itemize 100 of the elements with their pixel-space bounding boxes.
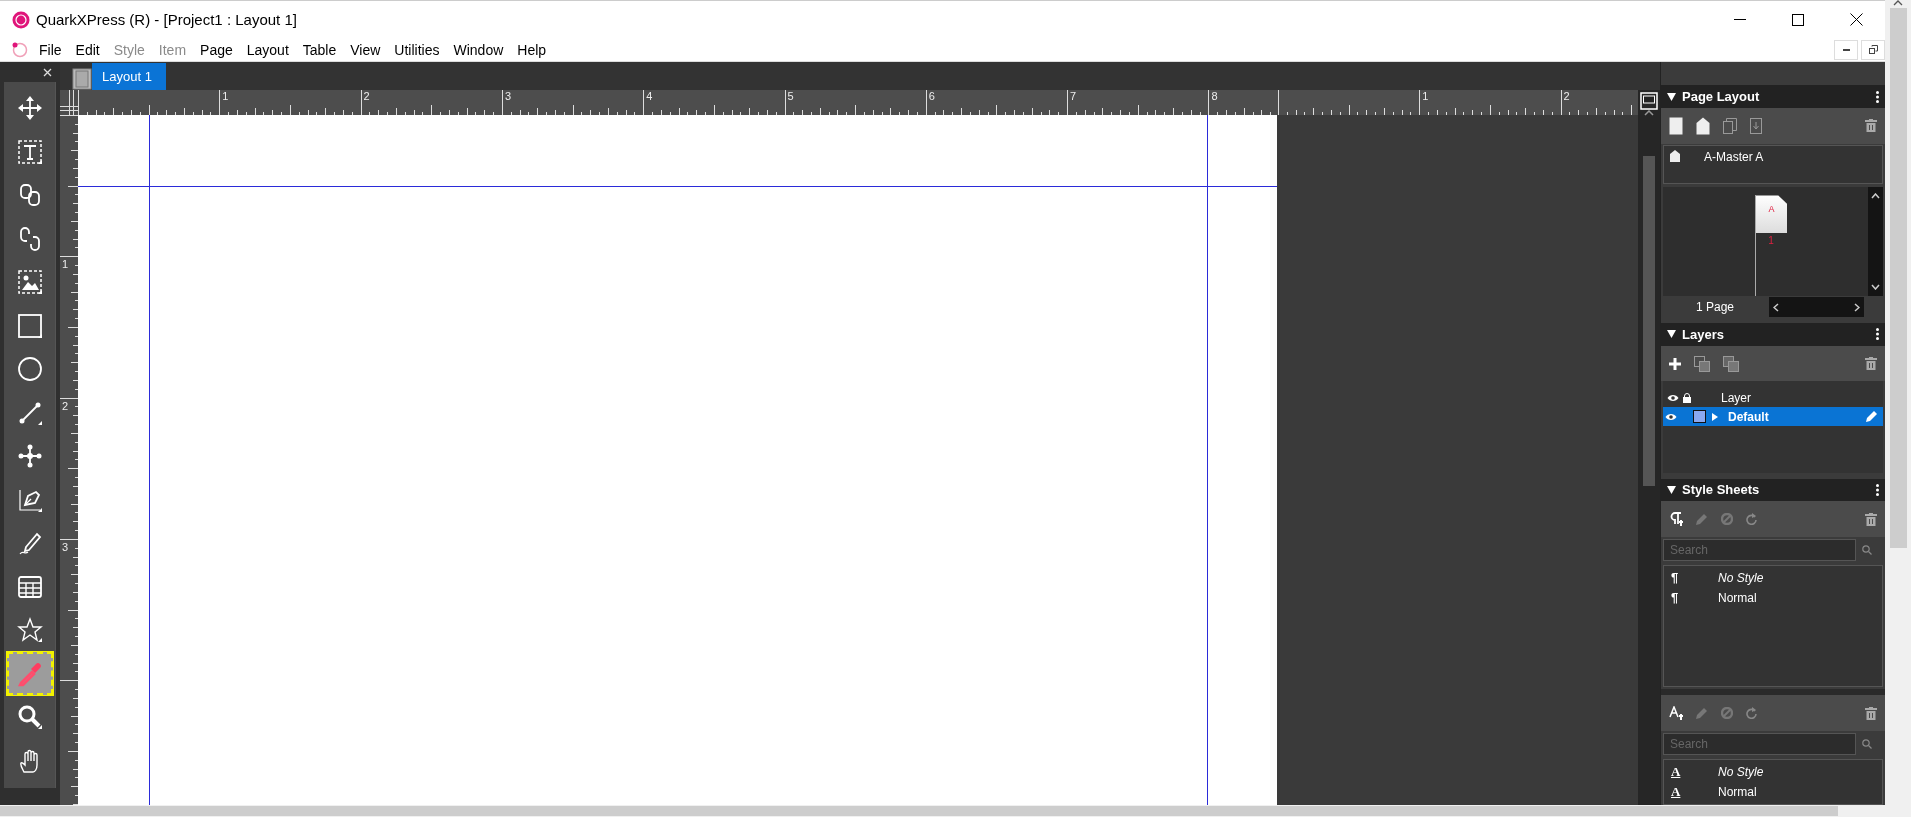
refresh-icon[interactable] bbox=[1746, 707, 1757, 720]
ruler-label: 5 bbox=[787, 90, 794, 103]
minimize-icon bbox=[1842, 48, 1850, 51]
menu-item[interactable]: Help bbox=[510, 41, 554, 58]
ruler-label: 2 bbox=[1563, 90, 1570, 103]
master-page-icon bbox=[1670, 149, 1680, 162]
trash-icon[interactable] bbox=[1865, 119, 1877, 133]
page-number: 1 bbox=[1767, 235, 1775, 247]
app-logo bbox=[12, 10, 30, 29]
menu-item[interactable]: Utilities bbox=[387, 41, 447, 58]
style-sheet-item[interactable]: No Style bbox=[1718, 764, 1764, 779]
ruler-label: 3 bbox=[62, 541, 69, 554]
collapse-icon[interactable] bbox=[1667, 330, 1676, 339]
refresh-icon[interactable] bbox=[1746, 513, 1757, 526]
panel-header[interactable]: Layers bbox=[1661, 323, 1885, 346]
ruler-label: 1 bbox=[62, 258, 69, 271]
search-icon[interactable] bbox=[1862, 738, 1872, 749]
scroll-down-icon[interactable] bbox=[1871, 284, 1880, 291]
rectangle-icon bbox=[16, 312, 43, 339]
menu-item[interactable]: Layout bbox=[239, 41, 296, 58]
move-layer-icon[interactable] bbox=[1694, 355, 1710, 372]
style-marker: A bbox=[1671, 783, 1682, 800]
menu-item[interactable]: File bbox=[32, 41, 69, 58]
layer-name: Default bbox=[1728, 409, 1770, 424]
window-title: QuarkXPress (R) - [Project1 : Layout 1] bbox=[36, 11, 298, 28]
scroll-up-icon[interactable] bbox=[1893, 0, 1903, 6]
maximize-icon bbox=[1792, 13, 1804, 26]
ruler-label: 2 bbox=[62, 399, 69, 412]
master-page-icon[interactable] bbox=[1696, 116, 1710, 135]
scroll-right-icon[interactable] bbox=[1854, 302, 1860, 312]
minimize-button[interactable] bbox=[1834, 39, 1858, 60]
menu-item[interactable]: Edit bbox=[68, 41, 107, 58]
scrollbar-thumb[interactable] bbox=[1643, 156, 1655, 487]
panel-header[interactable]: Style Sheets bbox=[1661, 478, 1885, 502]
lock-icon bbox=[1683, 393, 1691, 404]
layout-tab[interactable]: Layout 1 bbox=[92, 63, 166, 91]
trash-icon[interactable] bbox=[1865, 357, 1877, 371]
picture-icon bbox=[16, 269, 43, 296]
page-count: 1 Page bbox=[1694, 300, 1735, 315]
style-marker: ¶ bbox=[1671, 590, 1680, 606]
search-icon[interactable] bbox=[1862, 544, 1872, 555]
ruler-label: 1 bbox=[222, 90, 229, 103]
scrollbar-thumb[interactable] bbox=[0, 806, 1838, 817]
search-field[interactable]: Search bbox=[1663, 538, 1856, 561]
add-icon[interactable] bbox=[1669, 357, 1681, 370]
style-sheet-item[interactable]: No Style bbox=[1718, 570, 1764, 585]
ruler-label: 1 bbox=[1422, 90, 1429, 103]
merge-layers-icon[interactable] bbox=[1723, 355, 1739, 372]
layer-row[interactable]: Default bbox=[1663, 407, 1883, 427]
trash-icon[interactable] bbox=[1865, 706, 1877, 720]
pencil-icon[interactable] bbox=[1866, 411, 1877, 423]
ruler-label: 6 bbox=[928, 90, 935, 103]
oval-icon bbox=[16, 356, 43, 383]
fit-window-icon[interactable] bbox=[1640, 92, 1658, 111]
bezier-nodes-icon bbox=[16, 443, 43, 470]
duplicate-page-icon[interactable] bbox=[1723, 117, 1737, 134]
menu-item[interactable]: Window bbox=[446, 41, 511, 58]
horizontal-ruler[interactable]: 1 2 3 4 5 6 7 8 1 2 bbox=[78, 90, 1638, 116]
search-icon bbox=[16, 704, 43, 731]
menu-item[interactable]: Table bbox=[295, 41, 344, 58]
panel-menu-icon[interactable] bbox=[1876, 90, 1879, 103]
restore-icon bbox=[1868, 45, 1878, 55]
panel-title: Page Layout bbox=[1682, 89, 1761, 105]
table-icon bbox=[16, 573, 43, 600]
panel-header[interactable]: Page Layout bbox=[1661, 85, 1885, 109]
scroll-up-icon[interactable] bbox=[1644, 110, 1654, 117]
style-sheet-item[interactable]: Normal bbox=[1718, 784, 1757, 799]
eye-icon bbox=[1667, 394, 1679, 403]
new-paragraph-style-icon[interactable] bbox=[1669, 512, 1683, 527]
page-thumbnail[interactable]: A bbox=[1756, 195, 1787, 234]
style-sheet-item[interactable]: Normal bbox=[1718, 590, 1757, 605]
page-icon bbox=[72, 68, 92, 91]
column-header: Layer bbox=[1721, 391, 1752, 406]
panel-title: Style Sheets bbox=[1682, 482, 1761, 498]
style-marker: A bbox=[1671, 763, 1682, 780]
menu-item[interactable]: View bbox=[343, 41, 388, 58]
insert-page-icon[interactable] bbox=[1750, 117, 1762, 134]
blank-page-icon[interactable] bbox=[1669, 116, 1683, 135]
text-box-icon bbox=[16, 138, 43, 165]
menu-item[interactable]: Page bbox=[193, 41, 240, 58]
eye-icon[interactable] bbox=[1665, 412, 1677, 421]
panel-menu-icon[interactable] bbox=[1876, 328, 1879, 341]
ruler-label: 7 bbox=[1070, 90, 1077, 103]
search-field[interactable]: Search bbox=[1663, 732, 1856, 755]
layer-color-swatch[interactable] bbox=[1693, 410, 1706, 424]
expand-icon[interactable] bbox=[1712, 412, 1718, 421]
scroll-left-icon[interactable] bbox=[1773, 302, 1779, 312]
ruler-origin[interactable] bbox=[60, 90, 78, 116]
close-icon[interactable] bbox=[43, 67, 52, 77]
collapse-icon[interactable] bbox=[1667, 485, 1676, 494]
scrollbar-thumb[interactable] bbox=[1889, 8, 1907, 548]
trash-icon[interactable] bbox=[1865, 512, 1877, 526]
master-page-item[interactable]: A-Master A bbox=[1704, 149, 1764, 164]
new-character-style-icon[interactable] bbox=[1669, 706, 1683, 721]
panel-menu-icon[interactable] bbox=[1876, 483, 1879, 496]
restore-button[interactable] bbox=[1861, 39, 1885, 60]
vertical-ruler[interactable]: 1 2 3 bbox=[60, 115, 78, 806]
collapse-icon[interactable] bbox=[1667, 92, 1676, 101]
ruler-label: 4 bbox=[646, 90, 653, 103]
panel-title: Layers bbox=[1682, 326, 1725, 342]
